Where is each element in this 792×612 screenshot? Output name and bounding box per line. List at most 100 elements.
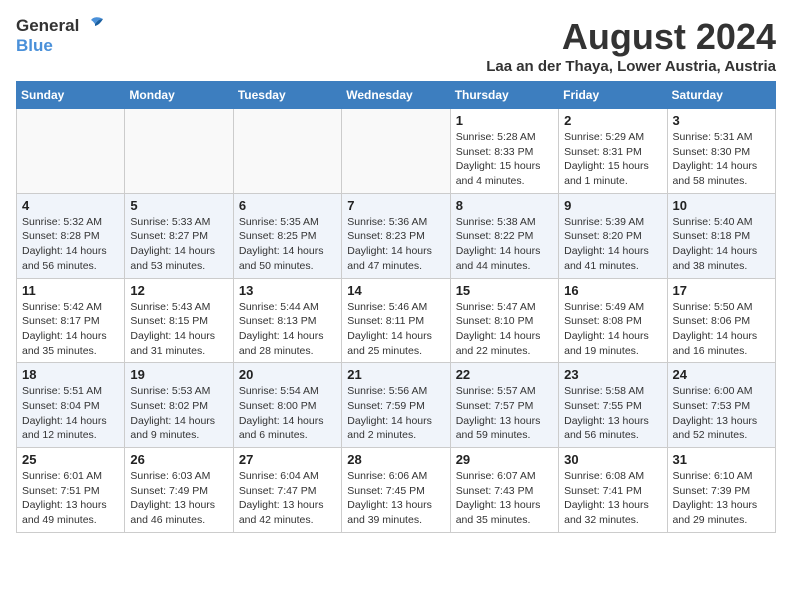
calendar-cell: 31 Sunrise: 6:10 AM Sunset: 7:39 PM Dayli… — [667, 448, 775, 533]
day-info: Sunrise: 5:40 AM Sunset: 8:18 PM Dayligh… — [673, 215, 770, 274]
week-row-2: 4Sunrise: 5:32 AM Sunset: 8:28 PM Daylig… — [17, 193, 776, 278]
calendar-cell: 1 Sunrise: 5:28 AM Sunset: 8:33 PM Daylig… — [450, 109, 558, 194]
logo-general-text: General — [16, 16, 79, 36]
day-info: Sunrise: 5:43 AM Sunset: 8:15 PM Dayligh… — [130, 300, 227, 359]
day-number: 22 — [456, 367, 553, 382]
weekday-header-friday: Friday — [559, 82, 667, 109]
calendar-cell: 4Sunrise: 5:32 AM Sunset: 8:28 PM Daylig… — [17, 193, 125, 278]
day-number: 6 — [239, 198, 336, 213]
day-info: Sunrise: 5:53 AM Sunset: 8:02 PM Dayligh… — [130, 384, 227, 443]
calendar-cell: 12 Sunrise: 5:43 AM Sunset: 8:15 PM Dayli… — [125, 278, 233, 363]
logo-bird-icon — [83, 16, 105, 36]
week-row-4: 18 Sunrise: 5:51 AM Sunset: 8:04 PM Dayli… — [17, 363, 776, 448]
week-row-5: 25 Sunrise: 6:01 AM Sunset: 7:51 PM Dayli… — [17, 448, 776, 533]
day-info: Sunrise: 5:38 AM Sunset: 8:22 PM Dayligh… — [456, 215, 553, 274]
day-number: 17 — [673, 283, 770, 298]
day-info: Sunrise: 5:49 AM Sunset: 8:08 PM Dayligh… — [564, 300, 661, 359]
calendar-cell: 22 Sunrise: 5:57 AM Sunset: 7:57 PM Dayli… — [450, 363, 558, 448]
day-number: 18 — [22, 367, 119, 382]
day-number: 9 — [564, 198, 661, 213]
day-number: 31 — [673, 452, 770, 467]
day-number: 30 — [564, 452, 661, 467]
day-info: Sunrise: 5:29 AM Sunset: 8:31 PM Dayligh… — [564, 130, 661, 189]
day-number: 15 — [456, 283, 553, 298]
day-info: Sunrise: 6:07 AM Sunset: 7:43 PM Dayligh… — [456, 469, 553, 528]
weekday-header-saturday: Saturday — [667, 82, 775, 109]
week-row-3: 11 Sunrise: 5:42 AM Sunset: 8:17 PM Dayli… — [17, 278, 776, 363]
day-info: Sunrise: 6:01 AM Sunset: 7:51 PM Dayligh… — [22, 469, 119, 528]
day-info: Sunrise: 5:57 AM Sunset: 7:57 PM Dayligh… — [456, 384, 553, 443]
calendar-cell — [125, 109, 233, 194]
day-number: 7 — [347, 198, 444, 213]
calendar-cell: 24 Sunrise: 6:00 AM Sunset: 7:53 PM Dayli… — [667, 363, 775, 448]
day-info: Sunrise: 5:44 AM Sunset: 8:13 PM Dayligh… — [239, 300, 336, 359]
calendar-cell: 28Sunrise: 6:06 AM Sunset: 7:45 PM Dayli… — [342, 448, 450, 533]
day-info: Sunrise: 5:46 AM Sunset: 8:11 PM Dayligh… — [347, 300, 444, 359]
calendar-cell: 15 Sunrise: 5:47 AM Sunset: 8:10 PM Dayli… — [450, 278, 558, 363]
calendar-table: SundayMondayTuesdayWednesdayThursdayFrid… — [16, 81, 776, 533]
day-info: Sunrise: 6:06 AM Sunset: 7:45 PM Dayligh… — [347, 469, 444, 528]
weekday-header-thursday: Thursday — [450, 82, 558, 109]
page-header: General Blue August 2024 Laa an der Thay… — [16, 16, 776, 75]
calendar-cell: 25 Sunrise: 6:01 AM Sunset: 7:51 PM Dayli… — [17, 448, 125, 533]
weekday-header-row: SundayMondayTuesdayWednesdayThursdayFrid… — [17, 82, 776, 109]
day-info: Sunrise: 5:51 AM Sunset: 8:04 PM Dayligh… — [22, 384, 119, 443]
day-info: Sunrise: 6:08 AM Sunset: 7:41 PM Dayligh… — [564, 469, 661, 528]
day-info: Sunrise: 6:00 AM Sunset: 7:53 PM Dayligh… — [673, 384, 770, 443]
calendar-cell: 8Sunrise: 5:38 AM Sunset: 8:22 PM Daylig… — [450, 193, 558, 278]
day-info: Sunrise: 6:10 AM Sunset: 7:39 PM Dayligh… — [673, 469, 770, 528]
day-number: 25 — [22, 452, 119, 467]
calendar-cell: 3Sunrise: 5:31 AM Sunset: 8:30 PM Daylig… — [667, 109, 775, 194]
day-info: Sunrise: 6:03 AM Sunset: 7:49 PM Dayligh… — [130, 469, 227, 528]
day-info: Sunrise: 5:39 AM Sunset: 8:20 PM Dayligh… — [564, 215, 661, 274]
calendar-cell: 13 Sunrise: 5:44 AM Sunset: 8:13 PM Dayli… — [233, 278, 341, 363]
calendar-cell: 9 Sunrise: 5:39 AM Sunset: 8:20 PM Daylig… — [559, 193, 667, 278]
day-number: 26 — [130, 452, 227, 467]
weekday-header-sunday: Sunday — [17, 82, 125, 109]
title-block: August 2024 Laa an der Thaya, Lower Aust… — [486, 16, 776, 75]
calendar-cell: 2 Sunrise: 5:29 AM Sunset: 8:31 PM Daylig… — [559, 109, 667, 194]
day-number: 5 — [130, 198, 227, 213]
day-number: 14 — [347, 283, 444, 298]
day-number: 13 — [239, 283, 336, 298]
calendar-cell: 23 Sunrise: 5:58 AM Sunset: 7:55 PM Dayli… — [559, 363, 667, 448]
calendar-cell: 30 Sunrise: 6:08 AM Sunset: 7:41 PM Dayli… — [559, 448, 667, 533]
day-info: Sunrise: 5:33 AM Sunset: 8:27 PM Dayligh… — [130, 215, 227, 274]
day-number: 3 — [673, 113, 770, 128]
day-number: 19 — [130, 367, 227, 382]
day-number: 2 — [564, 113, 661, 128]
day-number: 23 — [564, 367, 661, 382]
calendar-cell — [342, 109, 450, 194]
day-number: 4 — [22, 198, 119, 213]
calendar-cell: 17 Sunrise: 5:50 AM Sunset: 8:06 PM Dayli… — [667, 278, 775, 363]
day-info: Sunrise: 5:28 AM Sunset: 8:33 PM Dayligh… — [456, 130, 553, 189]
day-info: Sunrise: 5:56 AM Sunset: 7:59 PM Dayligh… — [347, 384, 444, 443]
logo-blue-text: Blue — [16, 36, 53, 55]
day-number: 21 — [347, 367, 444, 382]
month-year-title: August 2024 — [486, 16, 776, 58]
calendar-cell: 14 Sunrise: 5:46 AM Sunset: 8:11 PM Dayli… — [342, 278, 450, 363]
day-number: 20 — [239, 367, 336, 382]
calendar-cell: 20Sunrise: 5:54 AM Sunset: 8:00 PM Dayli… — [233, 363, 341, 448]
calendar-cell — [17, 109, 125, 194]
day-number: 27 — [239, 452, 336, 467]
calendar-cell: 11 Sunrise: 5:42 AM Sunset: 8:17 PM Dayli… — [17, 278, 125, 363]
calendar-cell: 5 Sunrise: 5:33 AM Sunset: 8:27 PM Daylig… — [125, 193, 233, 278]
day-info: Sunrise: 5:42 AM Sunset: 8:17 PM Dayligh… — [22, 300, 119, 359]
logo: General Blue — [16, 16, 105, 56]
day-info: Sunrise: 5:47 AM Sunset: 8:10 PM Dayligh… — [456, 300, 553, 359]
location-subtitle: Laa an der Thaya, Lower Austria, Austria — [486, 58, 776, 75]
day-info: Sunrise: 5:35 AM Sunset: 8:25 PM Dayligh… — [239, 215, 336, 274]
day-number: 24 — [673, 367, 770, 382]
day-info: Sunrise: 5:50 AM Sunset: 8:06 PM Dayligh… — [673, 300, 770, 359]
day-info: Sunrise: 5:36 AM Sunset: 8:23 PM Dayligh… — [347, 215, 444, 274]
weekday-header-wednesday: Wednesday — [342, 82, 450, 109]
day-number: 1 — [456, 113, 553, 128]
day-number: 29 — [456, 452, 553, 467]
calendar-cell: 7 Sunrise: 5:36 AM Sunset: 8:23 PM Daylig… — [342, 193, 450, 278]
day-info: Sunrise: 5:58 AM Sunset: 7:55 PM Dayligh… — [564, 384, 661, 443]
calendar-cell: 21 Sunrise: 5:56 AM Sunset: 7:59 PM Dayli… — [342, 363, 450, 448]
calendar-cell — [233, 109, 341, 194]
day-number: 12 — [130, 283, 227, 298]
day-number: 11 — [22, 283, 119, 298]
